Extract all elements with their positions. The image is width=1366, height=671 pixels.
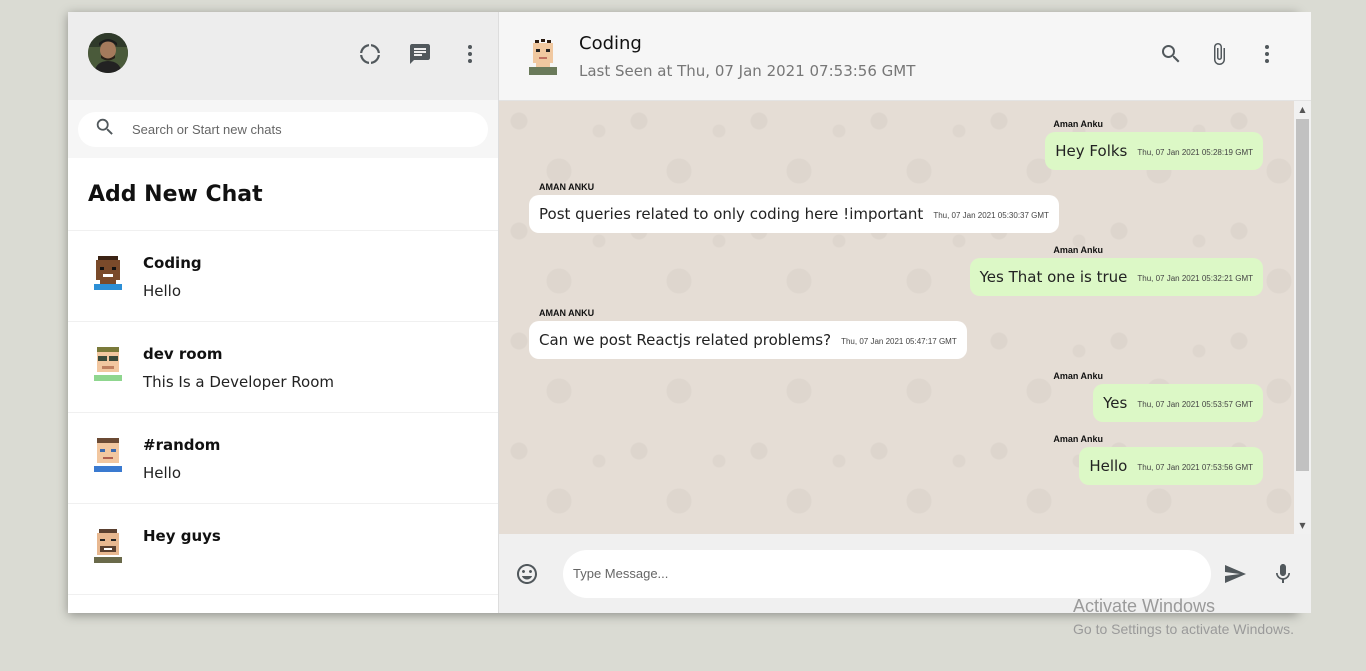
message-sender: Aman Anku xyxy=(1053,245,1103,255)
watermark-subtitle: Go to Settings to activate Windows. xyxy=(1073,621,1294,637)
microphone-icon[interactable] xyxy=(1271,562,1295,586)
message-sender: Aman Anku xyxy=(539,182,595,192)
message: Aman Anku Yes Thu, 07 Jan 2021 05:53:57 … xyxy=(529,371,1263,422)
search-icon[interactable] xyxy=(1159,42,1183,66)
chat-list-item[interactable]: #random Hello xyxy=(68,413,498,504)
room-name: Coding xyxy=(579,32,642,54)
footer-actions xyxy=(1223,562,1295,586)
message-input-box xyxy=(563,549,1211,598)
room-avatar[interactable] xyxy=(523,37,563,77)
chat-avatar xyxy=(94,347,122,381)
message: Aman Anku Post queries related to only c… xyxy=(529,182,1263,233)
chat-avatar xyxy=(94,438,122,472)
chat-app-window: Add New Chat Coding Hello xyxy=(68,12,1311,613)
message-time: Thu, 07 Jan 2021 05:28:19 GMT xyxy=(1137,148,1253,157)
more-vert-icon[interactable] xyxy=(1255,42,1279,66)
scroll-up-arrow-icon[interactable]: ▲ xyxy=(1294,101,1311,118)
message-sender: Aman Anku xyxy=(1053,119,1103,129)
message-sender: Aman Anku xyxy=(1053,371,1103,381)
last-seen-text: Last Seen at Thu, 07 Jan 2021 07:53:56 G… xyxy=(579,61,916,80)
message-time: Thu, 07 Jan 2021 05:32:21 GMT xyxy=(1137,274,1253,283)
message-bubble[interactable]: Yes That one is true Thu, 07 Jan 2021 05… xyxy=(969,258,1263,296)
message-text: Post queries related to only coding here… xyxy=(539,205,924,223)
message: Aman Anku Hello Thu, 07 Jan 2021 07:53:5… xyxy=(529,434,1263,485)
message-text: Yes xyxy=(1103,394,1128,412)
chat-header: Coding Last Seen at Thu, 07 Jan 2021 07:… xyxy=(499,12,1311,101)
chat-list-item[interactable]: Coding Hello xyxy=(68,231,498,322)
chat-name: #random xyxy=(143,436,221,454)
attach-icon[interactable] xyxy=(1207,42,1231,66)
message-bubble[interactable]: Hey Folks Thu, 07 Jan 2021 05:28:19 GMT xyxy=(1045,132,1263,170)
message: Aman Anku Can we post Reactjs related pr… xyxy=(529,308,1263,359)
chat-name: Hey guys xyxy=(143,527,221,545)
send-icon[interactable] xyxy=(1223,562,1247,586)
sidebar-header xyxy=(68,12,498,100)
message-time: Thu, 07 Jan 2021 05:47:17 GMT xyxy=(841,337,957,346)
message-scrollbar[interactable]: ▲ ▼ xyxy=(1294,101,1311,534)
chat-list-item[interactable]: dev room This Is a Developer Room xyxy=(68,322,498,413)
message-text: Can we post Reactjs related problems? xyxy=(539,331,832,349)
user-avatar[interactable] xyxy=(88,33,128,73)
message-sender: Aman Anku xyxy=(539,308,595,318)
search-container xyxy=(68,100,498,158)
chat-last-message: This Is a Developer Room xyxy=(143,373,335,391)
more-vert-icon[interactable] xyxy=(458,42,482,66)
message-time: Thu, 07 Jan 2021 05:30:37 GMT xyxy=(933,211,1049,220)
chat-last-message: Hello xyxy=(143,282,182,300)
message-bubble[interactable]: Yes Thu, 07 Jan 2021 05:53:57 GMT xyxy=(1093,384,1263,422)
chat-avatar xyxy=(94,256,122,290)
search-input[interactable] xyxy=(132,121,472,137)
message-area: Aman Anku Hey Folks Thu, 07 Jan 2021 05:… xyxy=(499,101,1311,534)
message: Aman Anku Yes That one is true Thu, 07 J… xyxy=(529,245,1263,296)
add-new-chat-label: Add New Chat xyxy=(88,181,263,207)
watermark-title: Activate Windows xyxy=(1073,596,1216,616)
emoji-icon[interactable] xyxy=(515,562,539,586)
search-box xyxy=(78,111,488,147)
chat-last-message: Hello xyxy=(143,464,182,482)
message-time: Thu, 07 Jan 2021 07:53:56 GMT xyxy=(1137,463,1253,472)
message-text: Hey Folks xyxy=(1055,142,1128,160)
chat-panel: Coding Last Seen at Thu, 07 Jan 2021 07:… xyxy=(499,12,1311,613)
search-icon xyxy=(94,116,116,142)
sidebar-header-actions xyxy=(358,42,482,66)
message: Aman Anku Hey Folks Thu, 07 Jan 2021 05:… xyxy=(529,119,1263,170)
message-sender: Aman Anku xyxy=(1053,434,1103,444)
message-bubble[interactable]: Post queries related to only coding here… xyxy=(529,195,1059,233)
message-bubble[interactable]: Hello Thu, 07 Jan 2021 07:53:56 GMT xyxy=(1079,447,1263,485)
message-text: Yes That one is true xyxy=(979,268,1128,286)
chat-list-item[interactable]: Hey guys xyxy=(68,504,498,595)
message-text: Hello xyxy=(1089,457,1128,475)
scrollbar-thumb[interactable] xyxy=(1296,119,1309,471)
chat-name: dev room xyxy=(143,345,223,363)
add-new-chat[interactable]: Add New Chat xyxy=(68,158,498,231)
chat-list: Coding Hello dev room This Is a Develope… xyxy=(68,231,498,613)
sidebar: Add New Chat Coding Hello xyxy=(68,12,499,613)
new-chat-icon[interactable] xyxy=(408,42,432,66)
status-icon[interactable] xyxy=(358,42,382,66)
activate-windows-watermark: Activate Windows Go to Settings to activ… xyxy=(1073,596,1294,637)
message-time: Thu, 07 Jan 2021 05:53:57 GMT xyxy=(1137,400,1253,409)
message-bubble[interactable]: Can we post Reactjs related problems? Th… xyxy=(529,321,967,359)
scroll-down-arrow-icon[interactable]: ▼ xyxy=(1294,517,1311,534)
chat-avatar xyxy=(94,529,122,563)
chat-header-actions xyxy=(1159,42,1279,66)
chat-name: Coding xyxy=(143,254,202,272)
message-input[interactable] xyxy=(573,566,1211,581)
